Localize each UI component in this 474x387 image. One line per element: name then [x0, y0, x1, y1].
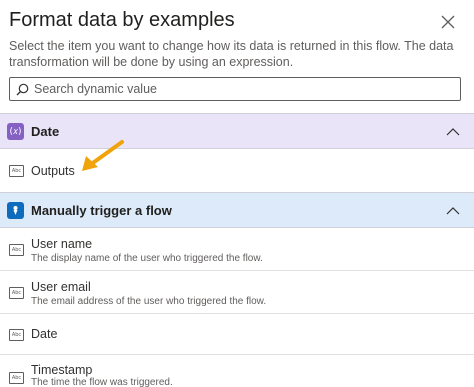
list-item-timestamp[interactable]: Abc Timestamp The time the flow was trig… [0, 355, 474, 387]
item-name: User email [31, 280, 91, 294]
list-item-user-email[interactable]: Abc User email The email address of the … [0, 271, 474, 314]
item-description: The display name of the user who trigger… [31, 253, 263, 264]
manual-trigger-icon [7, 202, 24, 219]
text-type-icon: Abc [9, 165, 24, 177]
arrow-icon [82, 140, 124, 171]
search-box [9, 77, 461, 101]
item-name: Date [31, 327, 58, 341]
search-input[interactable] [34, 80, 454, 98]
item-description: The time the flow was triggered. [31, 377, 173, 387]
panel-title: Format data by examples [9, 9, 235, 31]
list-item-date[interactable]: Abc Date [0, 314, 474, 355]
group-label: Manually trigger a flow [31, 203, 172, 218]
item-description: The email address of the user who trigge… [31, 296, 267, 307]
text-type-icon: Abc [9, 329, 24, 341]
group-header-date[interactable]: (𝑥) Date [0, 113, 474, 149]
chevron-up-icon[interactable] [446, 204, 460, 218]
text-type-icon: Abc [9, 372, 24, 384]
group-label: Date [31, 124, 60, 139]
text-type-icon: Abc [9, 244, 24, 256]
panel-description: Select the item you want to change how i… [9, 39, 454, 69]
group-header-manual-trigger[interactable]: Manually trigger a flow [0, 192, 474, 228]
text-type-icon: Abc [9, 287, 24, 299]
list-item-user-name[interactable]: Abc User name The display name of the us… [0, 228, 474, 271]
item-name: User name [31, 237, 93, 251]
item-name: Timestamp [31, 363, 93, 377]
format-data-panel: Format data by examples Select the item … [0, 0, 474, 387]
list-item-outputs[interactable]: Abc Outputs [0, 149, 474, 192]
chevron-up-icon[interactable] [446, 125, 460, 139]
search-icon [16, 83, 29, 96]
item-name: Outputs [31, 164, 75, 178]
close-icon[interactable] [440, 14, 456, 30]
expression-icon: (𝑥) [7, 123, 24, 140]
